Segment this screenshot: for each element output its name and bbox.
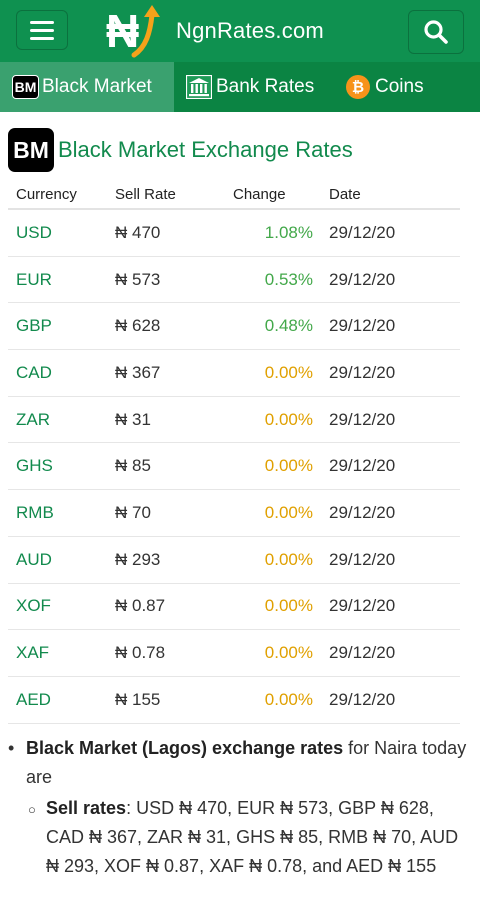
summary-item: • Black Market (Lagos) exchange rates fo… — [8, 734, 470, 792]
search-button[interactable] — [408, 10, 464, 54]
tab-coins[interactable]: ₿ Coins — [332, 62, 434, 112]
sell-rate: ₦ 367 — [115, 362, 161, 382]
rates-table: Currency Sell Rate Change Date USD ₦ 470 1… — [8, 180, 460, 724]
sell-rate: ₦ 155 — [115, 689, 161, 709]
summary-title: Black Market (Lagos) exchange rates — [26, 738, 344, 758]
change-percent: 0.00% — [264, 689, 313, 709]
currency-code[interactable]: GHS — [8, 456, 115, 476]
sell-rates-label: Sell rates — [46, 798, 127, 818]
rate-date: 29/12/20 — [329, 222, 396, 242]
sell-rate: ₦ 628 — [115, 316, 161, 336]
rate-date: 29/12/20 — [329, 643, 396, 663]
bm-badge-icon: BM — [12, 75, 39, 99]
rate-date: 29/12/20 — [329, 549, 396, 569]
table-row[interactable]: CAD ₦ 367 0.00% 29/12/20 — [8, 350, 460, 397]
circle-bullet-icon: ○ — [28, 802, 36, 817]
summary-sub-item: ○ Sell rates: USD ₦ 470, EUR ₦ 573, GBP … — [28, 794, 470, 881]
sell-rate: ₦ 470 — [115, 222, 161, 242]
sell-rate: ₦ 293 — [115, 549, 161, 569]
rate-date: 29/12/20 — [329, 596, 396, 616]
header-currency: Currency — [16, 185, 77, 203]
currency-code[interactable]: XAF — [8, 643, 115, 663]
tab-bar: BM Black Market Bank Rates ₿ Coins — [0, 62, 480, 112]
svg-text:₦: ₦ — [106, 5, 139, 57]
site-logo[interactable]: ₦ NgnRates.com — [104, 3, 324, 59]
hamburger-icon — [30, 20, 54, 24]
rate-date: 29/12/20 — [329, 316, 396, 336]
change-percent: 0.53% — [264, 269, 313, 289]
sell-rate: ₦ 31 — [115, 409, 151, 429]
page-heading: BM Black Market Exchange Rates — [8, 128, 353, 172]
change-percent: 0.48% — [264, 316, 313, 336]
naira-arrow-logo-icon: ₦ — [106, 5, 160, 58]
tab-black-market[interactable]: BM Black Market — [0, 62, 174, 112]
change-percent: 0.00% — [264, 409, 313, 429]
table-row[interactable]: RMB ₦ 70 0.00% 29/12/20 — [8, 490, 460, 537]
rate-date: 29/12/20 — [329, 502, 396, 522]
change-percent: 0.00% — [264, 596, 313, 616]
table-row[interactable]: GHS ₦ 85 0.00% 29/12/20 — [8, 443, 460, 491]
sell-rate: ₦ 0.87 — [115, 596, 166, 616]
sell-rate: ₦ 85 — [115, 456, 151, 476]
currency-code[interactable]: USD — [8, 223, 115, 243]
tab-label: Black Market — [42, 76, 152, 97]
table-row[interactable]: AED ₦ 155 0.00% 29/12/20 — [8, 677, 460, 724]
rate-date: 29/12/20 — [329, 689, 396, 709]
currency-code[interactable]: ZAR — [8, 410, 115, 430]
currency-code[interactable]: GBP — [8, 316, 115, 336]
tab-bank-rates[interactable]: Bank Rates — [174, 62, 332, 112]
table-row[interactable]: USD ₦ 470 1.08% 29/12/20 — [8, 210, 460, 257]
bullet-icon: • — [8, 738, 15, 758]
bitcoin-icon: ₿ — [346, 75, 370, 99]
change-percent: 0.00% — [264, 643, 313, 663]
site-name: NgnRates.com — [176, 18, 324, 43]
rate-date: 29/12/20 — [329, 362, 396, 382]
change-percent: 0.00% — [264, 502, 313, 522]
change-percent: 0.00% — [264, 362, 313, 382]
bm-logo-icon: BM — [8, 128, 54, 172]
sell-rate: ₦ 0.78 — [115, 643, 166, 663]
table-header: Currency Sell Rate Change Date — [8, 180, 460, 210]
header-sell-rate: Sell Rate — [115, 185, 176, 203]
top-app-bar: ₦ NgnRates.com — [0, 0, 480, 62]
rate-date: 29/12/20 — [329, 269, 396, 289]
menu-button[interactable] — [16, 10, 68, 50]
search-icon — [424, 20, 448, 44]
currency-code[interactable]: AUD — [8, 550, 115, 570]
tab-label: Coins — [375, 76, 424, 97]
table-row[interactable]: XOF ₦ 0.87 0.00% 29/12/20 — [8, 584, 460, 631]
currency-code[interactable]: CAD — [8, 363, 115, 383]
table-row[interactable]: XAF ₦ 0.78 0.00% 29/12/20 — [8, 630, 460, 677]
rate-date: 29/12/20 — [329, 456, 396, 476]
currency-code[interactable]: EUR — [8, 270, 115, 290]
page-title: Black Market Exchange Rates — [58, 137, 353, 162]
currency-code[interactable]: RMB — [8, 503, 115, 523]
bank-icon — [186, 75, 212, 99]
table-row[interactable]: EUR ₦ 573 0.53% 29/12/20 — [8, 257, 460, 304]
table-row[interactable]: GBP ₦ 628 0.48% 29/12/20 — [8, 303, 460, 351]
sell-rate: ₦ 573 — [115, 269, 161, 289]
summary-list: • Black Market (Lagos) exchange rates fo… — [8, 734, 470, 881]
rate-date: 29/12/20 — [329, 409, 396, 429]
table-row[interactable]: AUD ₦ 293 0.00% 29/12/20 — [8, 537, 460, 584]
change-percent: 0.00% — [264, 456, 313, 476]
header-date: Date — [329, 185, 361, 203]
table-row[interactable]: ZAR ₦ 31 0.00% 29/12/20 — [8, 397, 460, 444]
sell-rate: ₦ 70 — [115, 502, 151, 522]
currency-code[interactable]: XOF — [8, 596, 115, 616]
currency-code[interactable]: AED — [8, 690, 115, 710]
change-percent: 0.00% — [264, 549, 313, 569]
tab-label: Bank Rates — [216, 76, 315, 97]
header-change: Change — [233, 185, 286, 203]
change-percent: 1.08% — [264, 222, 313, 242]
